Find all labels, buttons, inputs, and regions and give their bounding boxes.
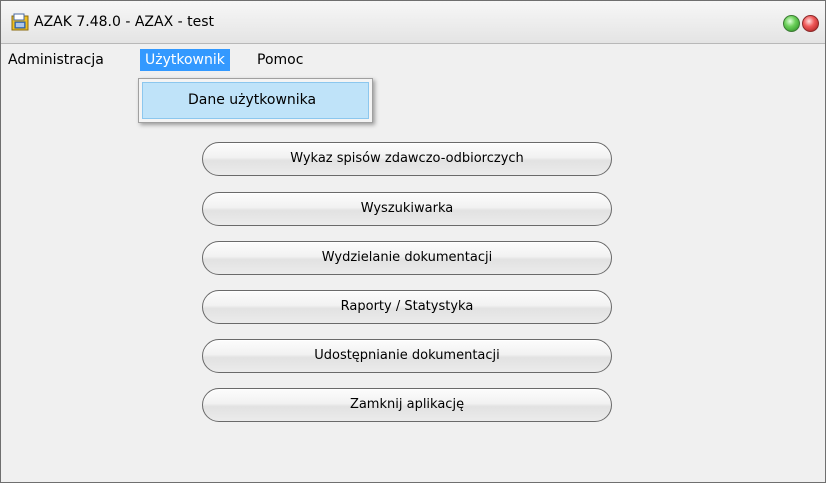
wyszukiwarka-button[interactable]: Wyszukiwarka — [202, 192, 612, 226]
wykaz-spisow-button[interactable]: Wykaz spisów zdawczo-odbiorczych — [202, 142, 612, 176]
app-icon — [11, 13, 29, 31]
menu-administracja[interactable]: Administracja — [3, 49, 109, 71]
udostepnianie-dokumentacji-button[interactable]: Udostępnianie dokumentacji — [202, 339, 612, 373]
raporty-statystyka-button[interactable]: Raporty / Statystyka — [202, 290, 612, 324]
minimize-icon[interactable] — [783, 15, 800, 32]
wydzielanie-dokumentacji-button[interactable]: Wydzielanie dokumentacji — [202, 241, 612, 275]
zamknij-aplikacje-button[interactable]: Zamknij aplikację — [202, 388, 612, 422]
uzytkownik-dropdown-menu: Dane użytkownika — [138, 78, 373, 123]
menu-uzytkownik[interactable]: Użytkownik — [140, 49, 230, 71]
menu-pomoc[interactable]: Pomoc — [252, 49, 308, 71]
close-icon[interactable] — [802, 15, 819, 32]
dane-uzytkownika-menu-item[interactable]: Dane użytkownika — [142, 82, 369, 119]
app-window: AZAK 7.48.0 - AZAX - test Administracja … — [0, 0, 826, 483]
title-bar: AZAK 7.48.0 - AZAX - test — [1, 1, 825, 44]
window-title: AZAK 7.48.0 - AZAX - test — [34, 14, 215, 30]
menu-bar: Administracja Użytkownik Pomoc — [1, 49, 825, 73]
